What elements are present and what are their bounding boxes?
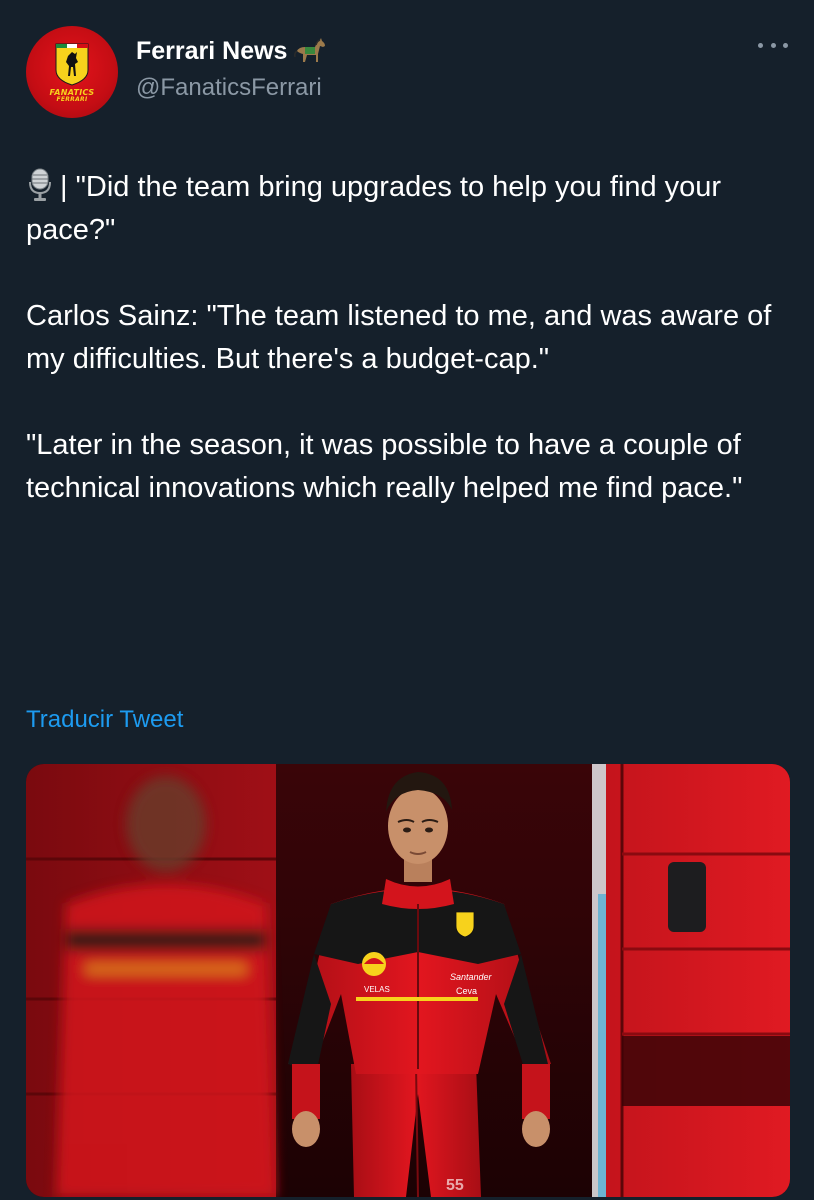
display-name-row: Ferrari News [136,36,327,66]
tweet-paragraph-1-text: | "Did the team bring upgrades to help y… [26,171,722,246]
avatar[interactable]: FANATICS FERRARI [26,26,118,118]
display-name[interactable]: Ferrari News [136,37,287,66]
author-names: Ferrari News @FanaticsFerrari [136,36,327,102]
microphone-emoji-icon [29,168,51,201]
more-options-icon[interactable] [758,38,788,52]
horse-emoji-icon [294,38,326,62]
handle[interactable]: @FanaticsFerrari [136,74,327,102]
driver-photo: Santander VELAS Ceva 55 [26,764,790,1197]
suit-sponsor-ceva: Ceva [456,986,477,996]
suit-number: 55 [446,1177,464,1194]
tweet-paragraph-1: | "Did the team bring upgrades to help y… [26,166,796,252]
tweet-text: | "Did the team bring upgrades to help y… [26,166,796,510]
ferrari-shield-icon [55,43,89,86]
suit-sponsor-santander: Santander [450,972,493,982]
avatar-text-line2: FERRARI [56,96,88,103]
translate-tweet-link[interactable]: Traducir Tweet [26,706,183,734]
tweet-paragraph-3: "Later in the season, it was possible to… [26,429,743,504]
suit-sponsor-velas: VELAS [364,985,390,994]
tweet-paragraph-2: Carlos Sainz: "The team listened to me, … [26,300,772,375]
tweet-media-photo[interactable]: Santander VELAS Ceva 55 [26,764,790,1197]
tweet-header: FANATICS FERRARI Ferrari News @FanaticsF… [26,26,796,118]
